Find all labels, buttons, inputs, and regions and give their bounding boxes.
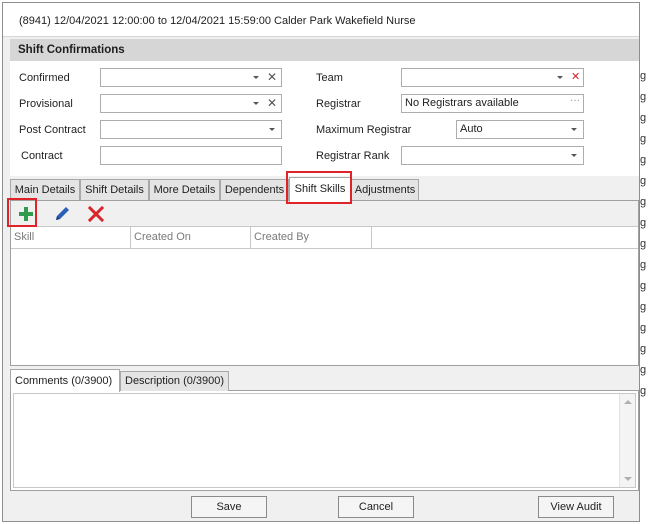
window-title: (8941) 12/04/2021 12:00:00 to 12/04/2021… — [3, 3, 639, 37]
background-glyph: g — [640, 91, 647, 103]
registrar-rank-label: Registrar Rank — [316, 150, 390, 162]
edit-skill-button[interactable] — [51, 204, 73, 224]
pencil-icon — [56, 207, 69, 220]
background-glyph: g — [640, 112, 647, 124]
background-glyph: g — [640, 385, 647, 397]
comments-tabs: Comments (0/3900) Description (0/3900) — [10, 369, 639, 392]
registrar-value: No Registrars available — [405, 97, 519, 109]
post-contract-dropdown[interactable] — [100, 120, 282, 139]
delete-skill-button[interactable] — [85, 204, 107, 224]
chevron-down-icon[interactable] — [555, 71, 565, 84]
add-button-highlight — [7, 198, 37, 227]
dialog-footer: Save Cancel View Audit — [3, 492, 639, 521]
view-audit-button[interactable]: View Audit — [538, 496, 614, 518]
skills-toolbar — [11, 201, 638, 227]
comments-textarea[interactable] — [13, 393, 636, 488]
maximum-registrar-value: Auto — [460, 123, 483, 135]
confirmed-dropdown[interactable]: ✕ — [100, 68, 282, 87]
tab-shift-details[interactable]: Shift Details — [80, 179, 149, 200]
chevron-down-icon[interactable] — [267, 123, 277, 136]
confirmed-label: Confirmed — [19, 72, 70, 84]
chevron-down-icon[interactable] — [251, 97, 261, 110]
post-contract-label: Post Contract — [19, 124, 86, 136]
column-skill[interactable]: Skill — [11, 227, 131, 248]
background-glyph: g — [640, 322, 647, 334]
background-glyph: g — [640, 259, 647, 271]
provisional-label: Provisional — [19, 98, 73, 110]
tab-description[interactable]: Description (0/3900) — [120, 371, 229, 391]
scroll-down-icon[interactable] — [624, 477, 632, 481]
column-created-by[interactable]: Created By — [251, 227, 372, 248]
contract-input[interactable] — [100, 146, 282, 165]
background-glyph: g — [640, 238, 647, 250]
tab-more-details[interactable]: More Details — [149, 179, 220, 200]
contract-label: Contract — [21, 150, 63, 162]
ellipsis-icon[interactable]: ··· — [570, 95, 580, 106]
background-glyph: g — [640, 364, 647, 376]
clear-icon[interactable]: ✕ — [571, 70, 580, 84]
background-glyph: g — [640, 154, 647, 166]
save-button[interactable]: Save — [191, 496, 267, 518]
shift-skills-highlight — [286, 171, 352, 204]
form-area: Confirmed ✕ Provisional ✕ Post Contract … — [10, 61, 639, 176]
x-icon — [87, 205, 105, 223]
registrar-label: Registrar — [316, 98, 361, 110]
registrar-lookup[interactable]: No Registrars available ··· — [401, 94, 584, 113]
maximum-registrar-dropdown[interactable]: Auto — [456, 120, 584, 139]
chevron-down-icon[interactable] — [569, 149, 579, 162]
background-glyph: g — [640, 70, 647, 82]
column-created-on[interactable]: Created On — [131, 227, 251, 248]
background-glyph: g — [640, 217, 647, 229]
chevron-down-icon[interactable] — [251, 71, 261, 84]
registrar-rank-dropdown[interactable] — [401, 146, 584, 165]
skills-grid-header: Skill Created On Created By — [11, 227, 638, 249]
maximum-registrar-label: Maximum Registrar — [316, 124, 412, 136]
clear-icon[interactable]: ✕ — [267, 70, 277, 84]
team-dropdown[interactable]: ✕ — [401, 68, 584, 87]
team-label: Team — [316, 72, 343, 84]
comments-panel — [10, 391, 639, 491]
chevron-down-icon[interactable] — [569, 123, 579, 136]
clear-icon[interactable]: ✕ — [267, 96, 277, 110]
provisional-dropdown[interactable]: ✕ — [100, 94, 282, 113]
tab-adjustments[interactable]: Adjustments — [351, 179, 419, 200]
background-glyph: g — [640, 175, 647, 187]
shift-dialog: (8941) 12/04/2021 12:00:00 to 12/04/2021… — [2, 2, 640, 522]
background-glyph: g — [640, 133, 647, 145]
background-glyph: g — [640, 343, 647, 355]
background-glyph: g — [640, 301, 647, 313]
tab-main-details[interactable]: Main Details — [10, 179, 80, 200]
shift-skills-panel: Skill Created On Created By — [10, 201, 639, 366]
comments-scrollbar[interactable] — [619, 394, 635, 487]
background-glyph: g — [640, 196, 647, 208]
cancel-button[interactable]: Cancel — [338, 496, 414, 518]
tab-comments[interactable]: Comments (0/3900) — [10, 369, 120, 392]
scroll-up-icon[interactable] — [624, 400, 632, 404]
background-glyph: g — [640, 280, 647, 292]
section-heading: Shift Confirmations — [10, 39, 639, 61]
tab-dependents[interactable]: Dependents — [220, 179, 289, 200]
